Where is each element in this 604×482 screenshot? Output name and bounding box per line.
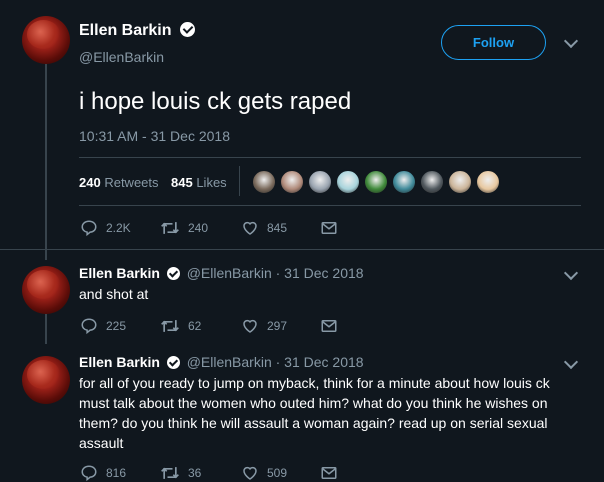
author-name-row[interactable]: Ellen Barkin [79, 22, 195, 40]
reply-header[interactable]: Ellen Barkin @EllenBarkin · 31 Dec 2018 [79, 354, 364, 370]
reply-author-name[interactable]: Ellen Barkin [79, 265, 160, 281]
retweet-count: 240 [188, 221, 209, 235]
liker-avatar[interactable] [279, 169, 305, 195]
author-display-name[interactable]: Ellen Barkin [79, 22, 171, 39]
reply-author-avatar[interactable] [22, 356, 70, 404]
liker-avatar[interactable] [419, 169, 445, 195]
thread-line [45, 314, 47, 344]
retweet-icon [161, 320, 179, 332]
heart-icon [243, 221, 257, 235]
reply-action[interactable]: 2.2K [80, 219, 131, 237]
retweet-count: 36 [188, 466, 202, 480]
reply-icon [81, 220, 97, 237]
envelope-icon [321, 467, 337, 479]
liker-avatar[interactable] [251, 169, 277, 195]
divider [0, 249, 604, 250]
like-count: 509 [267, 466, 288, 480]
stats-separator [239, 166, 240, 196]
reply-count: 2.2K [106, 221, 131, 235]
reply-options-chevron-icon[interactable] [563, 265, 579, 281]
retweet-action[interactable]: 62 [160, 317, 201, 335]
like-action[interactable]: 845 [241, 219, 287, 237]
verified-badge-icon [179, 22, 195, 37]
reply-text: for all of you ready to jump on myback, … [79, 375, 550, 451]
liker-avatar[interactable] [475, 169, 501, 195]
likes-stat[interactable]: 845 Likes [171, 175, 227, 190]
reply-action[interactable]: 816 [80, 464, 126, 482]
reply-meta[interactable]: @EllenBarkin · 31 Dec 2018 [187, 354, 364, 370]
tweet-timestamp[interactable]: 10:31 AM - 31 Dec 2018 [79, 128, 230, 144]
retweet-count: 62 [188, 319, 202, 333]
retweets-count: 240 [79, 175, 101, 190]
author-avatar[interactable] [22, 16, 70, 64]
likes-label: Likes [196, 175, 227, 190]
reply-author-name[interactable]: Ellen Barkin [79, 354, 160, 370]
retweets-label: Retweets [104, 175, 159, 190]
reply-count: 225 [106, 319, 127, 333]
like-action[interactable]: 297 [241, 317, 287, 335]
liker-avatar[interactable] [391, 169, 417, 195]
envelope-icon [321, 320, 337, 332]
likes-count: 845 [171, 175, 193, 190]
reply-options-chevron-icon[interactable] [563, 354, 579, 370]
liker-avatar[interactable] [363, 169, 389, 195]
reply-count: 816 [106, 466, 127, 480]
direct-message-action[interactable] [320, 317, 346, 335]
divider [79, 157, 581, 158]
retweet-icon [161, 467, 179, 479]
reply-header[interactable]: Ellen Barkin @EllenBarkin · 31 Dec 2018 [79, 265, 364, 281]
follow-button[interactable]: Follow [441, 25, 546, 60]
retweets-stat[interactable]: 240 Retweets [79, 175, 159, 190]
verified-badge-icon [166, 356, 180, 369]
liker-avatar[interactable] [447, 169, 473, 195]
reply-meta[interactable]: @EllenBarkin · 31 Dec 2018 [187, 265, 364, 281]
reply-icon [81, 318, 97, 335]
liker-avatar[interactable] [335, 169, 361, 195]
thread-line [45, 64, 47, 260]
heart-icon [243, 319, 257, 333]
divider [79, 205, 581, 206]
liker-avatars[interactable] [251, 169, 521, 195]
reply-author-avatar[interactable] [22, 266, 70, 314]
author-handle[interactable]: @EllenBarkin [79, 49, 164, 65]
retweet-icon [161, 222, 179, 234]
retweet-action[interactable]: 36 [160, 464, 201, 482]
reply-icon [81, 465, 97, 482]
reply-text: and shot at [79, 286, 149, 302]
like-count: 845 [267, 221, 288, 235]
liker-avatar[interactable] [307, 169, 333, 195]
like-count: 297 [267, 319, 288, 333]
tweet-text: i hope louis ck gets raped [79, 88, 352, 115]
retweet-action[interactable]: 240 [160, 219, 208, 237]
tweet-options-chevron-icon[interactable] [563, 33, 579, 49]
direct-message-action[interactable] [320, 464, 346, 482]
verified-badge-icon [166, 267, 180, 280]
envelope-icon [321, 222, 337, 234]
reply-action[interactable]: 225 [80, 317, 126, 335]
heart-icon [243, 466, 257, 480]
like-action[interactable]: 509 [241, 464, 287, 482]
direct-message-action[interactable] [320, 219, 346, 237]
